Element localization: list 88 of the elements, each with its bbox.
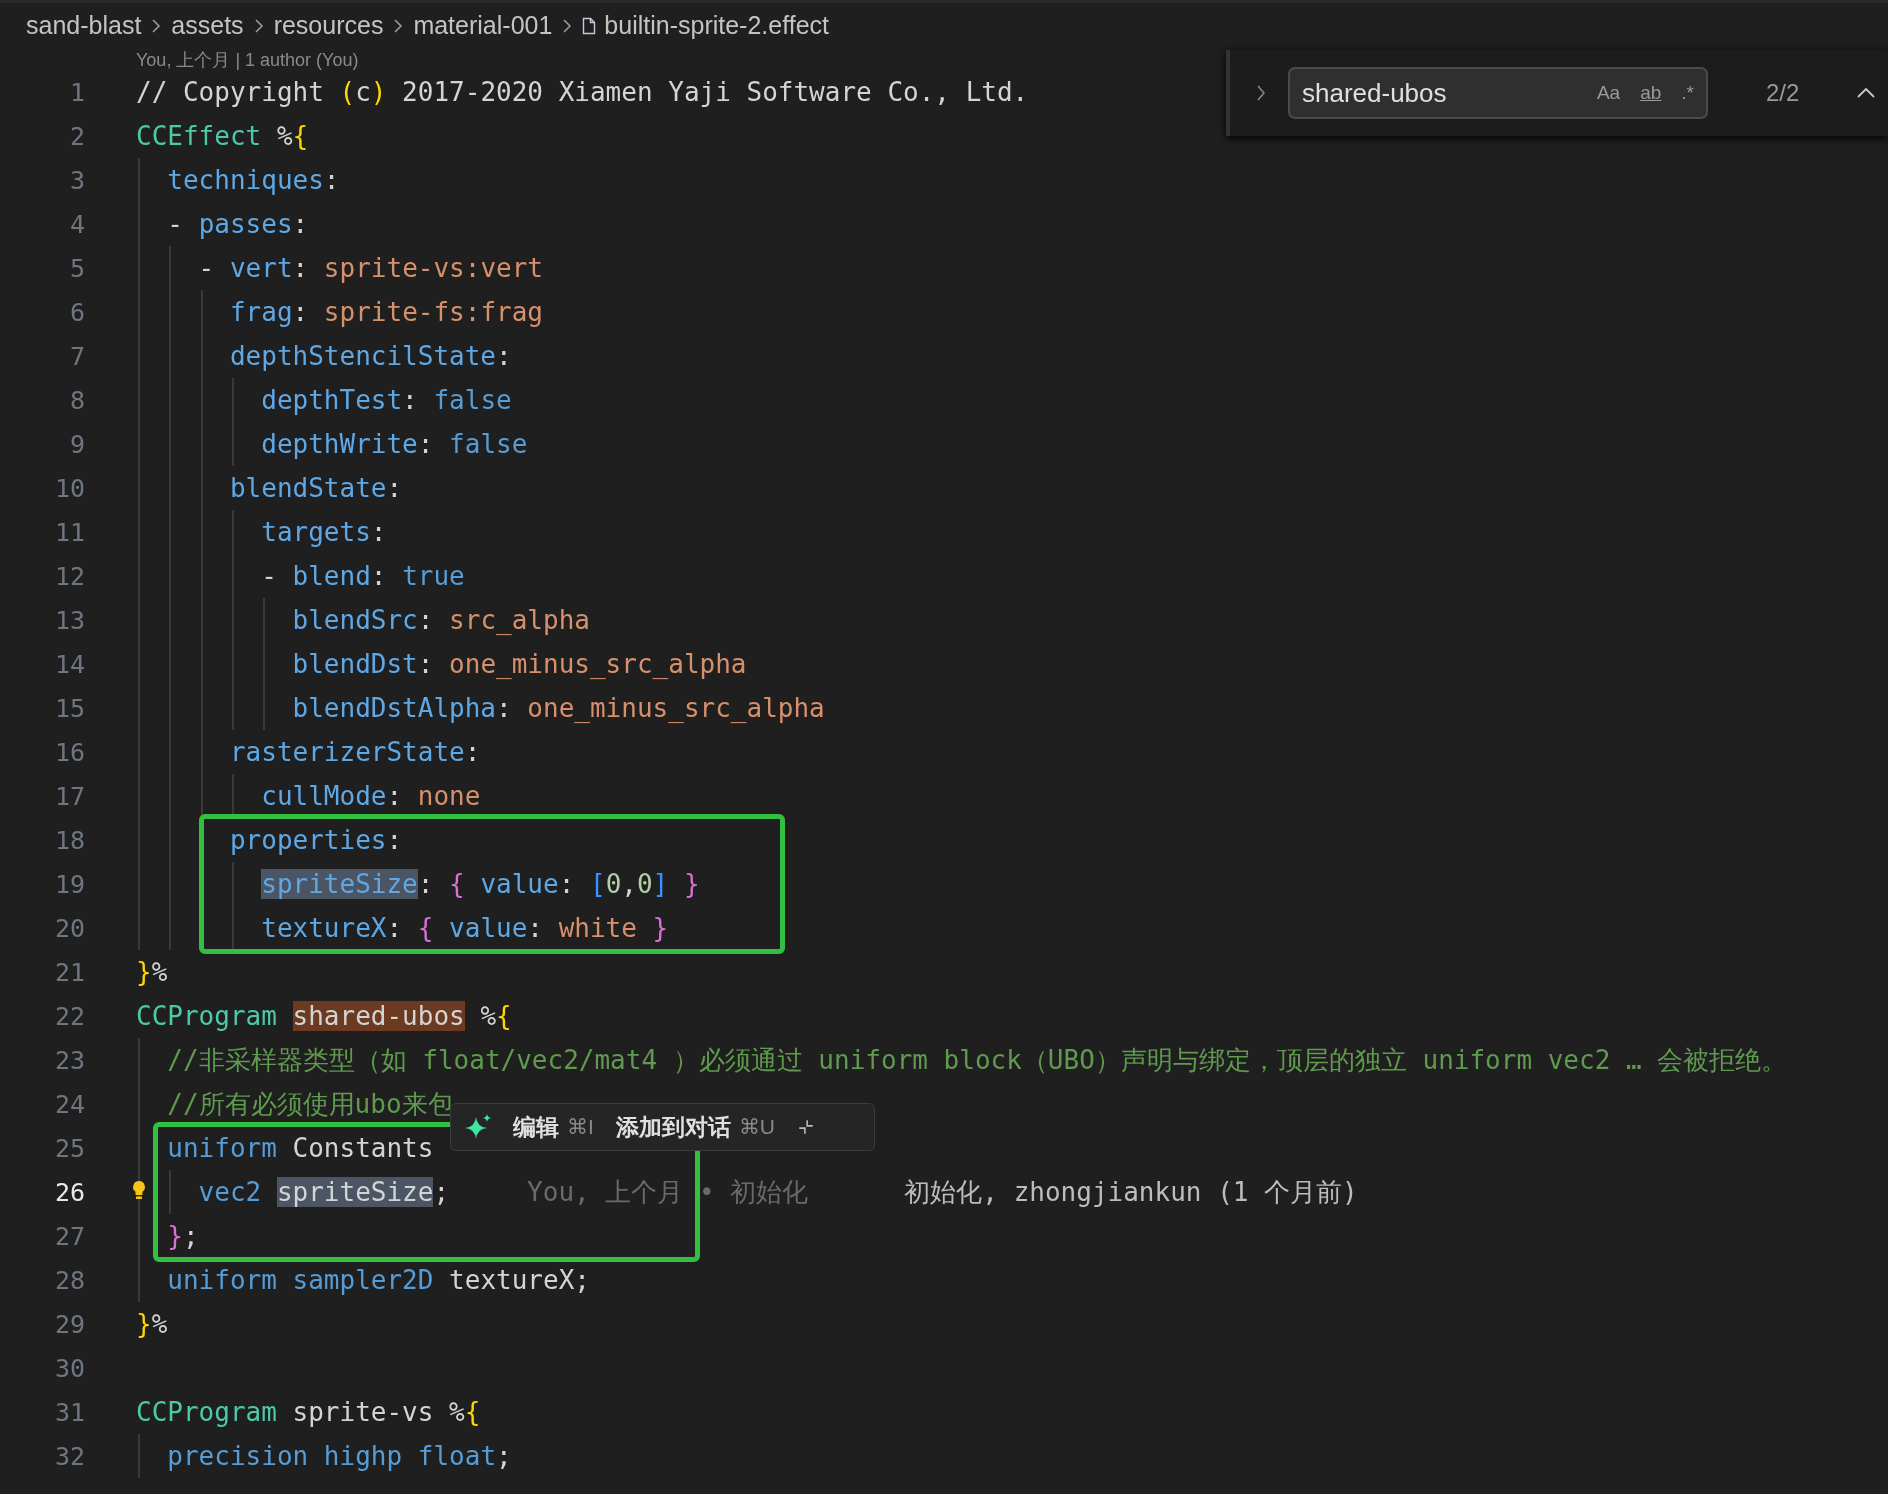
line-number: 9: [68, 429, 85, 459]
code-line: targets:: [260, 517, 387, 547]
popup-action[interactable]: 添加到对话: [615, 1111, 731, 1143]
code-line: - blend: true: [260, 561, 465, 591]
code-line: frag: sprite-fs:frag: [228, 297, 543, 327]
code-line: blendDst: one_minus_src_alpha: [291, 649, 747, 679]
code-line: textureX: { value: white }: [260, 913, 669, 943]
code-line: //非采样器类型（如 float/vec2/mat4 ）必须通过 uniform block（UBO）声明与绑定，顶层的独立 uniform vec2 … 会被拒绝。: [166, 1043, 1788, 1077]
line-number: 14: [53, 649, 85, 679]
code-line: }%: [136, 957, 168, 987]
code-line: depthWrite: false: [260, 429, 528, 459]
line-number: 32: [53, 1441, 85, 1471]
chevron-right-icon: [562, 17, 573, 34]
line-number: 15: [53, 693, 85, 723]
blame-annotation: 初始化, zhongjiankun (1 个月前): [904, 1175, 1358, 1209]
line-number: 1: [68, 77, 85, 107]
code-line: techniques:: [166, 165, 340, 195]
line-number: 10: [53, 473, 85, 503]
line-number: 26: [53, 1177, 85, 1207]
code-line: spriteSize: { value: [0,0] }: [260, 869, 700, 899]
line-number: 2: [68, 121, 85, 151]
code-line: }%: [136, 1309, 168, 1339]
breadcrumb-item[interactable]: builtin-sprite-2.effect: [604, 11, 829, 40]
search-query: shared-ubos: [1302, 77, 1448, 109]
code-line: // Copyright (c) 2017-2020 Xiamen Yaji Software Co., Ltd.: [136, 77, 1029, 107]
code-line: depthStencilState:: [228, 341, 512, 371]
line-number: 13: [53, 605, 85, 635]
line-number: 21: [53, 957, 85, 987]
lightbulb-icon[interactable]: [132, 1180, 146, 1202]
code-line: depthTest: false: [260, 385, 512, 415]
line-number: 28: [53, 1265, 85, 1295]
line-number: 3: [68, 165, 85, 195]
line-number: 27: [53, 1221, 85, 1251]
code-line: };: [166, 1221, 199, 1251]
chevron-right-icon: [151, 17, 162, 34]
code-line: rasterizerState:: [228, 737, 481, 767]
chevron-right-icon: [253, 17, 264, 34]
shortcut-hint: ⌘I: [567, 1115, 594, 1139]
chevron-right-icon: [393, 17, 404, 34]
breadcrumb-item[interactable]: assets: [171, 11, 244, 40]
line-number: 31: [53, 1397, 85, 1427]
search-option-toggle[interactable]: ab: [1640, 82, 1662, 104]
search-field[interactable]: shared-ubos Aa ab .*: [1288, 67, 1708, 119]
line-number: 22: [53, 1001, 85, 1031]
line-number: 12: [53, 561, 85, 591]
line-number: 23: [53, 1045, 85, 1075]
line-number: 20: [53, 913, 85, 943]
shortcut-hint: ⌘U: [738, 1115, 775, 1139]
line-number: 11: [53, 517, 85, 547]
arrow-up-icon[interactable]: [1857, 87, 1876, 99]
line-number: 16: [53, 737, 85, 767]
code-line: CCProgram shared-ubos %{: [136, 1001, 512, 1031]
breadcrumb-item[interactable]: material-001: [413, 11, 553, 40]
code-line: uniform Constants: [166, 1133, 434, 1163]
line-number: 18: [53, 825, 85, 855]
line-number: 8: [68, 385, 85, 415]
code-line: blendState:: [228, 473, 403, 503]
breadcrumb-item[interactable]: resources: [273, 11, 384, 40]
code-line: CCProgram sprite-vs %{: [136, 1397, 481, 1427]
code-line: blendDstAlpha: one_minus_src_alpha: [291, 693, 825, 723]
codelens-text[interactable]: You, 上个月 | 1 author (You): [136, 50, 359, 70]
line-number: 4: [68, 209, 85, 239]
line-number: 17: [53, 781, 85, 811]
code-line: CCEffect %{: [136, 121, 309, 151]
match-count: 2/2: [1766, 79, 1800, 107]
code-line: - vert: sprite-vs:vert: [197, 253, 543, 283]
blame-annotation: You, 上个月 • 初始化: [527, 1175, 809, 1209]
line-number: 5: [68, 253, 85, 283]
line-number: 6: [68, 297, 85, 327]
search-option-toggle[interactable]: Aa: [1596, 82, 1621, 104]
line-number: 30: [53, 1353, 85, 1383]
code-line: precision highp float;: [166, 1441, 512, 1471]
line-number: 24: [53, 1089, 85, 1119]
code-line: properties:: [228, 825, 403, 855]
collapse-icon[interactable]: [797, 1118, 815, 1136]
chevron-right-icon[interactable]: [1256, 84, 1266, 102]
line-number: 25: [53, 1133, 85, 1163]
line-number: 19: [53, 869, 85, 899]
code-line: - passes:: [166, 209, 309, 239]
code-line: cullMode: none: [260, 781, 481, 811]
code-line: blendSrc: src_alpha: [291, 605, 590, 635]
code-line: uniform sampler2D textureX;: [166, 1265, 590, 1295]
popup-action[interactable]: 编辑: [513, 1111, 559, 1143]
file-icon: [582, 16, 597, 35]
breadcrumb-item[interactable]: sand-blast: [26, 11, 142, 40]
line-number: 7: [68, 341, 85, 371]
search-option-toggle[interactable]: .*: [1681, 82, 1694, 104]
line-number: 29: [53, 1309, 85, 1339]
